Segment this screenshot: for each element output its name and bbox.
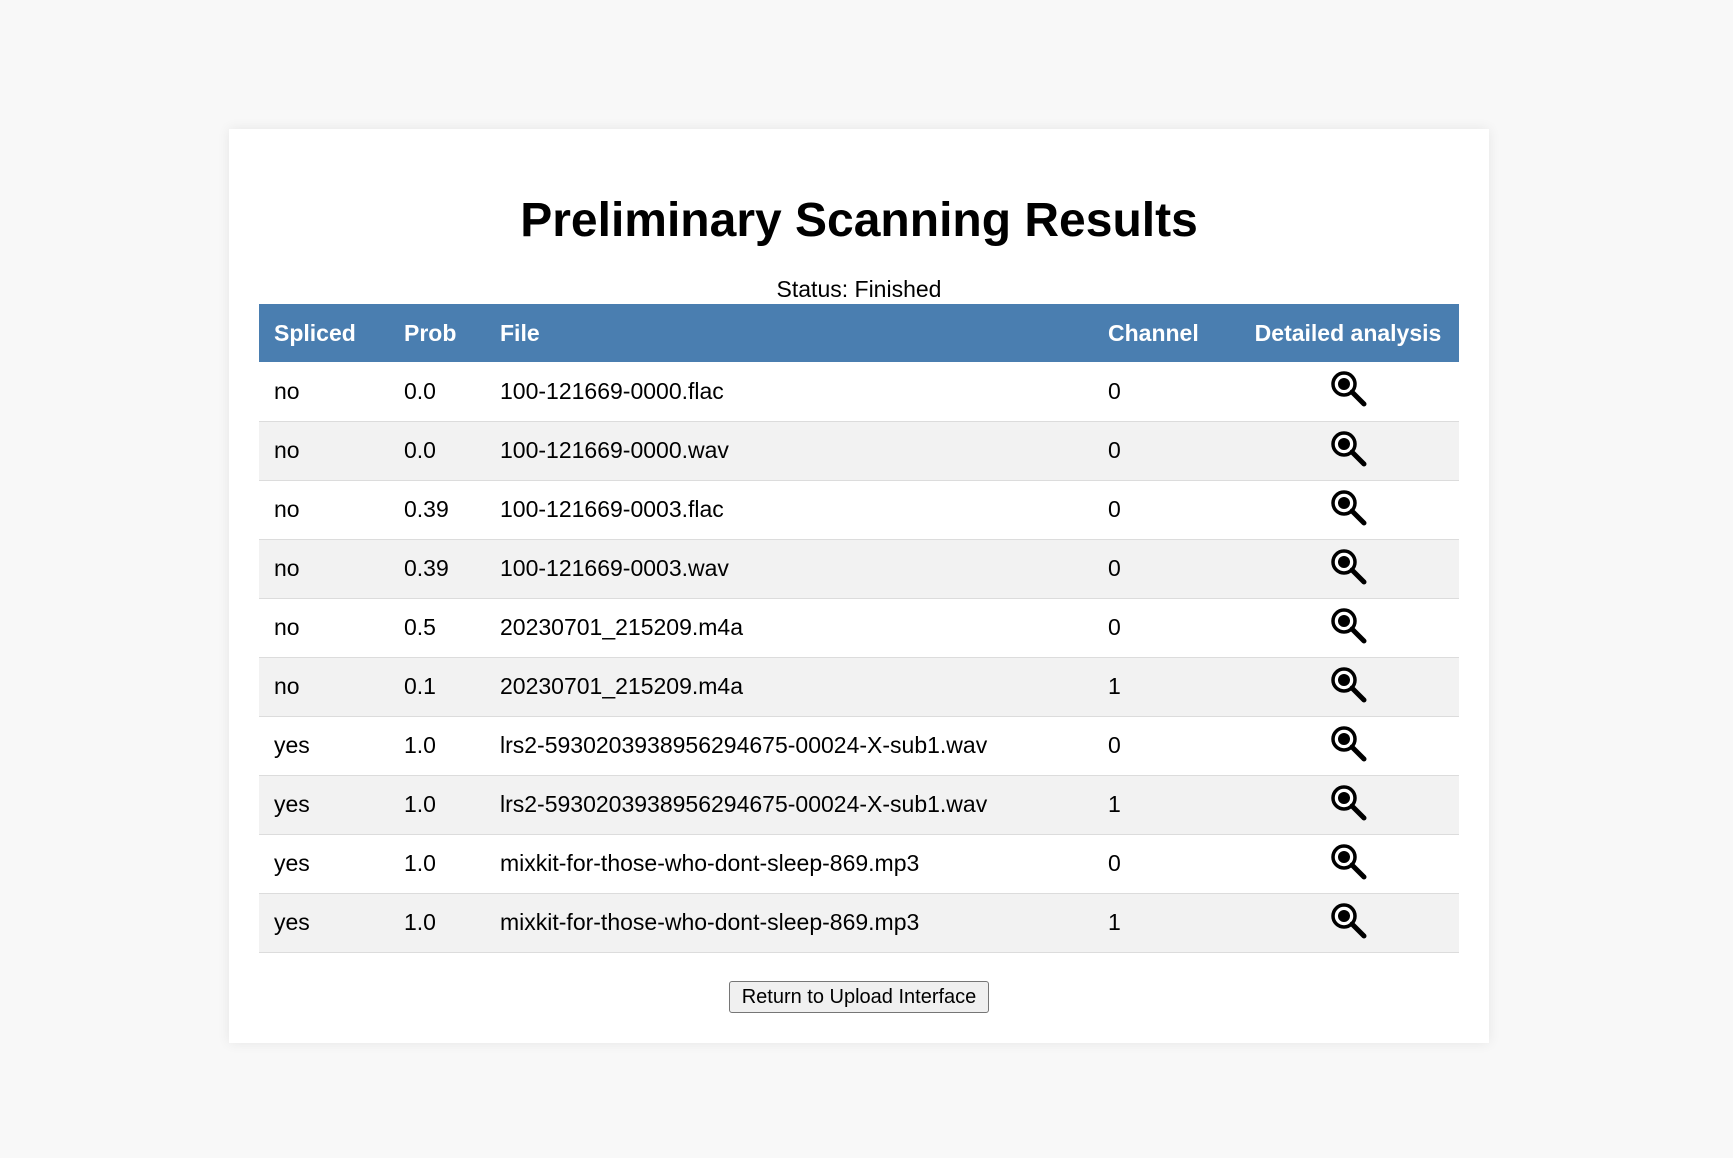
cell-detailed-analysis [1237,362,1459,422]
button-bar: Return to Upload Interface [229,981,1489,1013]
cell-channel: 1 [1093,657,1237,717]
cell-spliced: no [259,362,389,422]
cell-file: lrs2-5930203938956294675-00024-X-sub1.wa… [485,716,1093,776]
magnifier-icon[interactable] [1329,901,1367,945]
cell-file: 100-121669-0000.flac [485,362,1093,422]
header-spliced: Spliced [259,304,389,362]
magnifier-icon[interactable] [1329,488,1367,532]
header-detailed-analysis: Detailed analysis [1237,304,1459,362]
cell-channel: 0 [1093,421,1237,481]
magnifier-icon[interactable] [1329,606,1367,650]
cell-channel: 0 [1093,716,1237,776]
header-prob: Prob [389,304,485,362]
table-row: yes 1.0 lrs2-5930203938956294675-00024-X-s… [259,716,1459,776]
table-header-row: Spliced Prob File Channel Detailed analy… [259,304,1459,362]
table-row: yes 1.0 lrs2-5930203938956294675-00024-X-s… [259,775,1459,835]
cell-detailed-analysis [1237,775,1459,835]
cell-prob: 1.0 [389,834,485,894]
table-row: yes 1.0 mixkit-for-those-who-dont-sleep-86… [259,893,1459,953]
cell-file: 100-121669-0003.flac [485,480,1093,540]
return-to-upload-button[interactable]: Return to Upload Interface [728,981,990,1013]
cell-detailed-analysis [1237,834,1459,894]
results-card: Preliminary Scanning Results Status: Fin… [229,129,1489,1043]
cell-detailed-analysis [1237,716,1459,776]
cell-prob: 1.0 [389,775,485,835]
cell-channel: 0 [1093,480,1237,540]
table-row: no 0.5 20230701_215209.m4a 0 [259,598,1459,658]
cell-detailed-analysis [1237,421,1459,481]
cell-spliced: no [259,539,389,599]
cell-spliced: yes [259,893,389,953]
cell-prob: 1.0 [389,893,485,953]
header-file: File [485,304,1093,362]
cell-detailed-analysis [1237,539,1459,599]
cell-prob: 0.1 [389,657,485,717]
magnifier-icon[interactable] [1329,724,1367,768]
magnifier-icon[interactable] [1329,547,1367,591]
table-row: yes 1.0 mixkit-for-those-who-dont-sleep-86… [259,834,1459,894]
cell-channel: 0 [1093,539,1237,599]
cell-detailed-analysis [1237,480,1459,540]
magnifier-icon[interactable] [1329,842,1367,886]
magnifier-icon[interactable] [1329,665,1367,709]
results-body: no 0.0 100-121669-0000.flac 0 no 0.0 100-12166… [259,362,1459,953]
cell-file: 100-121669-0003.wav [485,539,1093,599]
cell-file: mixkit-for-those-who-dont-sleep-869.mp3 [485,834,1093,894]
cell-spliced: yes [259,775,389,835]
cell-file: 20230701_215209.m4a [485,657,1093,717]
cell-file: lrs2-5930203938956294675-00024-X-sub1.wa… [485,775,1093,835]
magnifier-icon[interactable] [1329,369,1367,413]
cell-detailed-analysis [1237,598,1459,658]
cell-detailed-analysis [1237,893,1459,953]
header-channel: Channel [1093,304,1237,362]
cell-prob: 0.5 [389,598,485,658]
cell-channel: 0 [1093,598,1237,658]
table-row: no 0.0 100-121669-0000.flac 0 [259,362,1459,422]
cell-prob: 0.39 [389,480,485,540]
magnifier-icon[interactable] [1329,429,1367,473]
magnifier-icon[interactable] [1329,783,1367,827]
cell-spliced: yes [259,716,389,776]
cell-detailed-analysis [1237,657,1459,717]
table-row: no 0.0 100-121669-0000.wav 0 [259,421,1459,481]
cell-spliced: no [259,598,389,658]
cell-spliced: no [259,657,389,717]
cell-channel: 0 [1093,362,1237,422]
table-row: no 0.39 100-121669-0003.flac 0 [259,480,1459,540]
table-row: no 0.1 20230701_215209.m4a 1 [259,657,1459,717]
cell-prob: 0.0 [389,421,485,481]
page-title: Preliminary Scanning Results [520,194,1198,247]
cell-prob: 1.0 [389,716,485,776]
results-table: Spliced Prob File Channel Detailed analy… [259,304,1459,953]
cell-spliced: no [259,480,389,540]
cell-channel: 0 [1093,834,1237,894]
cell-file: mixkit-for-those-who-dont-sleep-869.mp3 [485,893,1093,953]
cell-channel: 1 [1093,893,1237,953]
cell-file: 20230701_215209.m4a [485,598,1093,658]
cell-channel: 1 [1093,775,1237,835]
status-text: Status: Finished [776,276,942,302]
cell-spliced: no [259,421,389,481]
table-row: no 0.39 100-121669-0003.wav 0 [259,539,1459,599]
cell-prob: 0.0 [389,362,485,422]
cell-spliced: yes [259,834,389,894]
cell-prob: 0.39 [389,539,485,599]
cell-file: 100-121669-0000.wav [485,421,1093,481]
